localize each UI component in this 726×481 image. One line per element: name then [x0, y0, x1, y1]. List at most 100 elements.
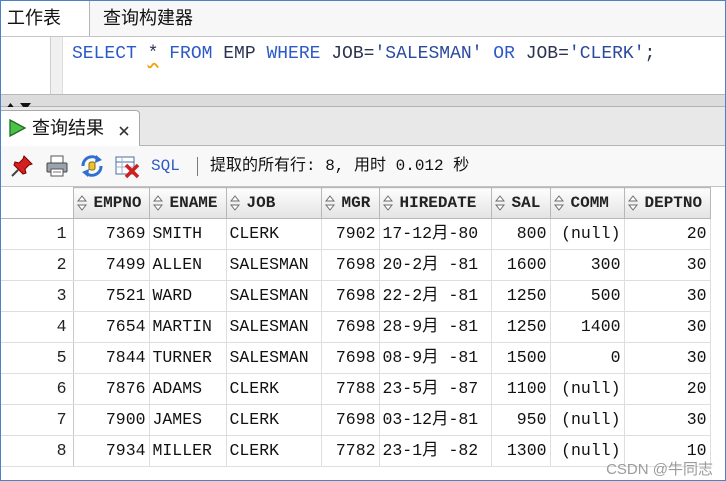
cell-job[interactable]: CLERK — [226, 435, 322, 467]
column-header-hiredate[interactable]: HIREDATE — [378, 187, 492, 219]
cell-job[interactable]: CLERK — [226, 373, 322, 405]
cell-mgr[interactable]: 7698 — [321, 342, 380, 374]
cell-deptno[interactable]: 20 — [624, 373, 711, 405]
cell-hiredate[interactable]: 28-9月 -81 — [379, 311, 492, 343]
cell-ename[interactable]: WARD — [149, 280, 227, 312]
column-header-comm[interactable]: COMM — [549, 187, 625, 219]
cell-comm[interactable]: 0 — [550, 342, 625, 374]
cell-deptno[interactable]: 20 — [624, 218, 711, 250]
cell-ename[interactable]: ADAMS — [149, 373, 227, 405]
tab-worksheet[interactable]: 工作表 — [1, 1, 90, 36]
cell-comm[interactable]: 300 — [550, 249, 625, 281]
table-row[interactable]: 4 7654 MARTIN SALESMAN 7698 28-9月 -81 12… — [1, 311, 711, 343]
cell-sal[interactable]: 1250 — [491, 280, 551, 312]
cell-empno[interactable]: 7844 — [73, 342, 150, 374]
cell-ename[interactable]: MARTIN — [149, 311, 227, 343]
row-number[interactable]: 7 — [1, 404, 74, 436]
cell-empno[interactable]: 7499 — [73, 249, 150, 281]
table-row[interactable]: 3 7521 WARD SALESMAN 7698 22-2月 -81 1250… — [1, 280, 711, 312]
cell-mgr[interactable]: 7698 — [321, 404, 380, 436]
cell-mgr[interactable]: 7698 — [321, 249, 380, 281]
cell-hiredate[interactable]: 17-12月-80 — [379, 218, 492, 250]
cell-job[interactable]: SALESMAN — [226, 311, 322, 343]
cell-sal[interactable]: 1500 — [491, 342, 551, 374]
cell-empno[interactable]: 7654 — [73, 311, 150, 343]
cell-ename[interactable]: SMITH — [149, 218, 227, 250]
cell-hiredate[interactable]: 23-1月 -82 — [379, 435, 492, 467]
row-number[interactable]: 3 — [1, 280, 74, 312]
delete-icon[interactable] — [114, 154, 140, 183]
cell-mgr[interactable]: 7902 — [321, 218, 380, 250]
cell-sal[interactable]: 1600 — [491, 249, 551, 281]
table-row[interactable]: 8 7934 MILLER CLERK 7782 23-1月 -82 1300 … — [1, 435, 711, 467]
cell-comm[interactable]: 1400 — [550, 311, 625, 343]
sql-link[interactable]: SQL — [151, 146, 180, 186]
pane-splitter[interactable] — [1, 95, 725, 110]
cell-comm[interactable]: 500 — [550, 280, 625, 312]
cell-ename[interactable]: ALLEN — [149, 249, 227, 281]
cell-comm[interactable]: (null) — [550, 373, 625, 405]
table-row[interactable]: 6 7876 ADAMS CLERK 7788 23-5月 -87 1100 (… — [1, 373, 711, 405]
cell-deptno[interactable]: 30 — [624, 311, 711, 343]
cell-deptno[interactable]: 30 — [624, 249, 711, 281]
cell-empno[interactable]: 7369 — [73, 218, 150, 250]
cell-empno[interactable]: 7934 — [73, 435, 150, 467]
cell-job[interactable]: SALESMAN — [226, 249, 322, 281]
cell-empno[interactable]: 7876 — [73, 373, 150, 405]
cell-ename[interactable]: TURNER — [149, 342, 227, 374]
cell-comm[interactable]: (null) — [550, 218, 625, 250]
cell-ename[interactable]: JAMES — [149, 404, 227, 436]
cell-hiredate[interactable]: 08-9月 -81 — [379, 342, 492, 374]
cell-empno[interactable]: 7521 — [73, 280, 150, 312]
column-header-deptno[interactable]: DEPTNO — [623, 187, 711, 219]
tab-query-result[interactable]: 查询结果 — [1, 110, 140, 146]
tab-query-builder[interactable]: 查询构建器 — [90, 1, 223, 36]
cell-hiredate[interactable]: 03-12月-81 — [379, 404, 492, 436]
cell-mgr[interactable]: 7788 — [321, 373, 380, 405]
cell-sal[interactable]: 1300 — [491, 435, 551, 467]
column-header-job[interactable]: JOB — [225, 187, 322, 219]
cell-hiredate[interactable]: 20-2月 -81 — [379, 249, 492, 281]
cell-sal[interactable]: 800 — [491, 218, 551, 250]
cell-deptno[interactable]: 30 — [624, 404, 711, 436]
column-header-mgr[interactable]: MGR — [320, 187, 380, 219]
refresh-icon[interactable] — [79, 154, 105, 183]
cell-sal[interactable]: 950 — [491, 404, 551, 436]
cell-hiredate[interactable]: 22-2月 -81 — [379, 280, 492, 312]
sql-editor-line[interactable]: SELECT * FROM EMP WHERE JOB = 'SALESMAN'… — [72, 43, 655, 65]
column-header-sal[interactable]: SAL — [490, 187, 551, 219]
column-header-ename[interactable]: ENAME — [148, 187, 227, 219]
row-number[interactable]: 8 — [1, 435, 74, 467]
sort-icon — [627, 195, 638, 211]
print-icon[interactable] — [45, 154, 69, 183]
sql-editor[interactable]: SELECT * FROM EMP WHERE JOB = 'SALESMAN'… — [1, 37, 725, 95]
cell-job[interactable]: CLERK — [226, 218, 322, 250]
cell-empno[interactable]: 7900 — [73, 404, 150, 436]
row-number[interactable]: 1 — [1, 218, 74, 250]
table-row[interactable]: 5 7844 TURNER SALESMAN 7698 08-9月 -81 15… — [1, 342, 711, 374]
table-row[interactable]: 2 7499 ALLEN SALESMAN 7698 20-2月 -81 160… — [1, 249, 711, 281]
column-header-empno[interactable]: EMPNO — [72, 187, 150, 219]
cell-ename[interactable]: MILLER — [149, 435, 227, 467]
cell-job[interactable]: CLERK — [226, 404, 322, 436]
cell-mgr[interactable]: 7698 — [321, 311, 380, 343]
row-number[interactable]: 2 — [1, 249, 74, 281]
close-icon[interactable] — [119, 123, 129, 141]
result-grid[interactable]: EMPNO ENAME JOB MGR HIREDATE SAL COMM DE… — [1, 187, 725, 480]
cell-sal[interactable]: 1250 — [491, 311, 551, 343]
cell-mgr[interactable]: 7782 — [321, 435, 380, 467]
cell-hiredate[interactable]: 23-5月 -87 — [379, 373, 492, 405]
row-number[interactable]: 5 — [1, 342, 74, 374]
pin-icon[interactable] — [10, 154, 34, 183]
table-row[interactable]: 7 7900 JAMES CLERK 7698 03-12月-81 950 (n… — [1, 404, 711, 436]
cell-deptno[interactable]: 30 — [624, 342, 711, 374]
row-number[interactable]: 4 — [1, 311, 74, 343]
cell-mgr[interactable]: 7698 — [321, 280, 380, 312]
cell-job[interactable]: SALESMAN — [226, 342, 322, 374]
cell-sal[interactable]: 1100 — [491, 373, 551, 405]
cell-job[interactable]: SALESMAN — [226, 280, 322, 312]
table-row[interactable]: 1 7369 SMITH CLERK 7902 17-12月-80 800 (n… — [1, 218, 711, 250]
cell-comm[interactable]: (null) — [550, 404, 625, 436]
row-number[interactable]: 6 — [1, 373, 74, 405]
cell-deptno[interactable]: 30 — [624, 280, 711, 312]
